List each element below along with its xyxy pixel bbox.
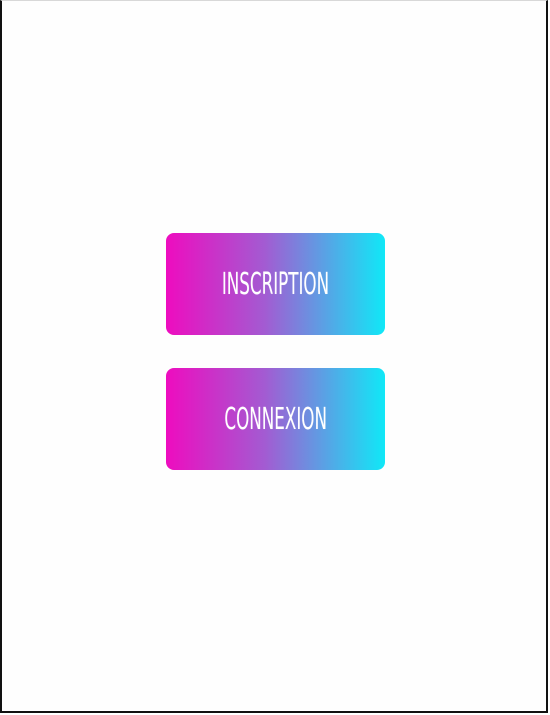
inscription-button[interactable]: INSCRIPTION xyxy=(166,233,385,335)
connexion-button[interactable]: CONNEXION xyxy=(166,368,385,470)
inscription-button-label: INSCRIPTION xyxy=(221,266,330,302)
connexion-button-label: CONNEXION xyxy=(224,401,327,437)
app-window: INSCRIPTION CONNEXION xyxy=(0,0,548,713)
